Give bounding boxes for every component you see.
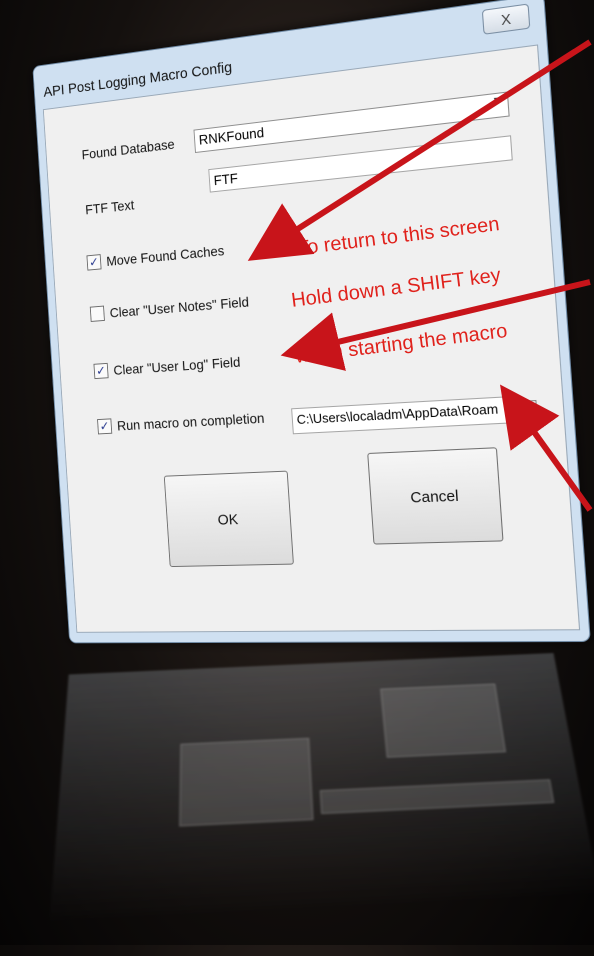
clear-user-notes-checkbox[interactable]: Clear "User Notes" Field xyxy=(89,293,250,322)
ok-label: OK xyxy=(217,510,239,529)
macro-path-value: C:\Users\localadm\AppData\Roam xyxy=(296,401,499,428)
checkbox-box: ✓ xyxy=(97,418,113,435)
ftf-text-value: FTF xyxy=(213,169,239,189)
checkbox-box xyxy=(89,305,105,322)
checkbox-label: Clear "User Notes" Field xyxy=(109,293,250,321)
reflection-cancel-button xyxy=(380,683,506,758)
move-found-caches-checkbox[interactable]: ✓ Move Found Caches xyxy=(86,242,225,271)
config-dialog: API Post Logging Macro Config X Found Da… xyxy=(32,0,591,644)
ok-button[interactable]: OK xyxy=(163,470,294,568)
found-database-label: Found Database xyxy=(81,135,176,163)
close-button[interactable]: X xyxy=(481,3,531,35)
cancel-label: Cancel xyxy=(409,486,460,507)
checkbox-label: Run macro on completion xyxy=(116,409,265,434)
found-database-value: RNKFound xyxy=(198,124,265,148)
reflection-path-field xyxy=(319,779,555,815)
checkbox-label: Move Found Caches xyxy=(105,242,225,269)
screenshot-stage: API Post Logging Macro Config X Found Da… xyxy=(0,0,594,956)
chevron-down-icon: ▼ xyxy=(491,94,504,109)
folder-open-icon: 📂 xyxy=(512,403,535,423)
dialog-reflection xyxy=(47,653,594,956)
checkbox-box: ✓ xyxy=(93,362,109,380)
close-icon: X xyxy=(500,10,512,29)
run-macro-checkbox[interactable]: ✓ Run macro on completion xyxy=(97,410,265,435)
checkbox-label: Clear "User Log" Field xyxy=(112,353,241,378)
clear-user-log-checkbox[interactable]: ✓ Clear "User Log" Field xyxy=(93,353,241,380)
checkbox-box: ✓ xyxy=(86,254,102,271)
cancel-button[interactable]: Cancel xyxy=(367,447,504,545)
ftf-text-label: FTF Text xyxy=(84,196,135,218)
reflection-ok-button xyxy=(179,737,314,827)
macro-path-field[interactable]: C:\Users\localadm\AppData\Roam xyxy=(291,396,508,435)
browse-button[interactable]: 📂 xyxy=(508,399,539,427)
